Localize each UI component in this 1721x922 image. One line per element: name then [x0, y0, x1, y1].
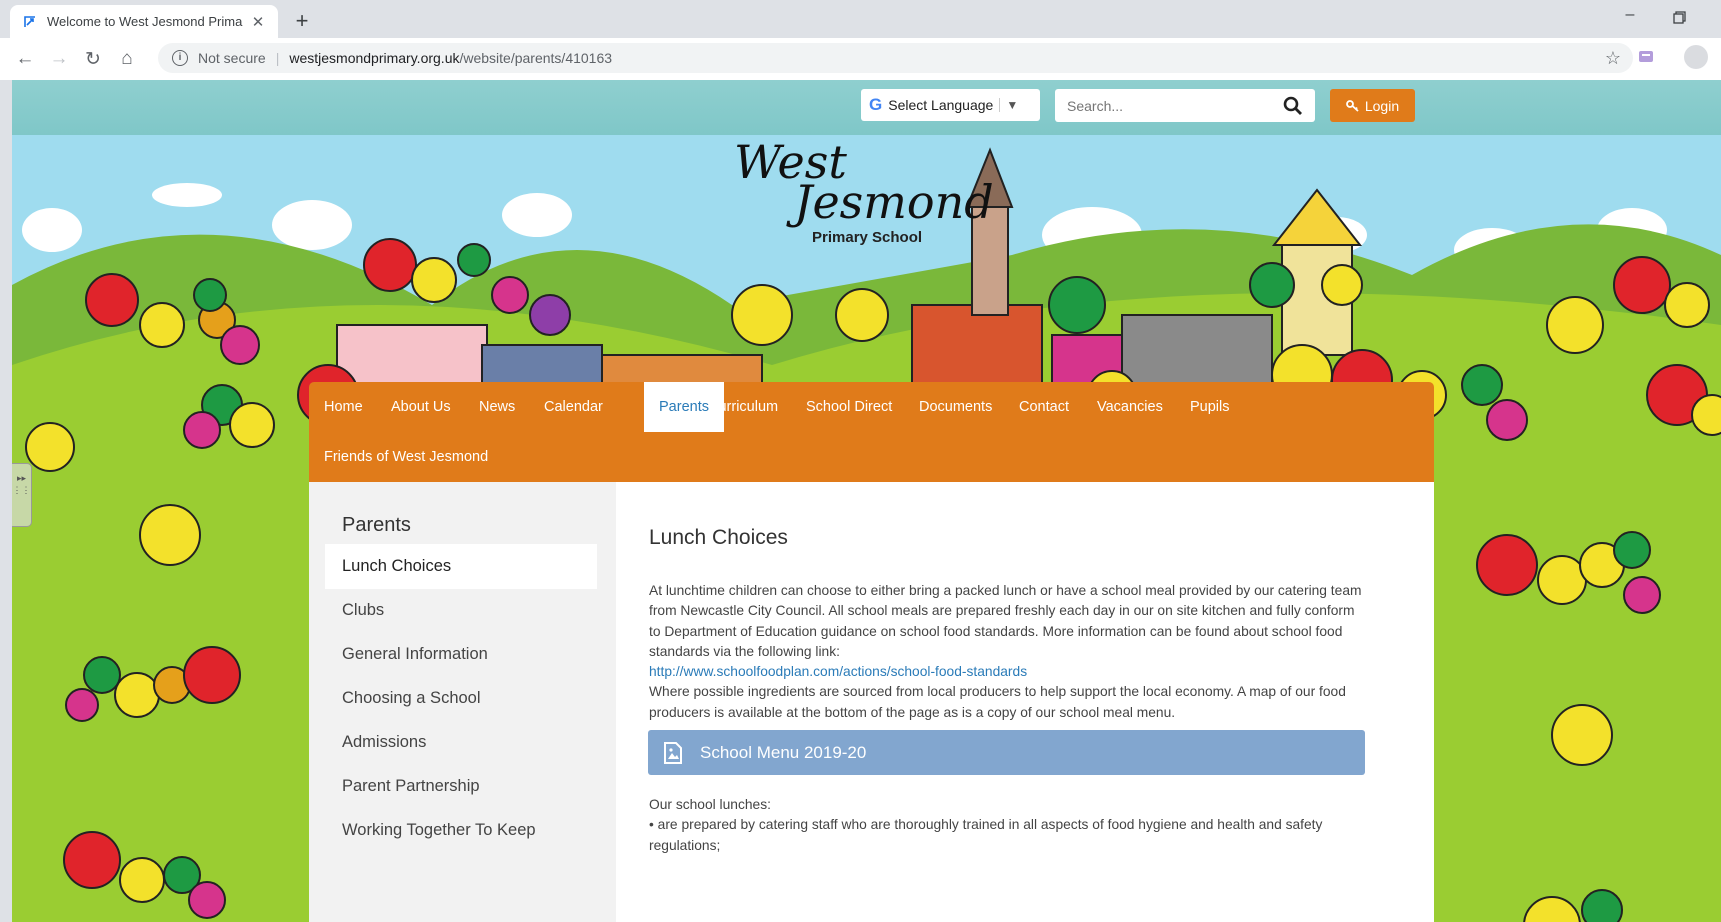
profile-avatar-icon[interactable]: [1684, 45, 1708, 69]
nav-vacancies[interactable]: Vacancies: [1082, 382, 1178, 432]
school-menu-label: School Menu 2019-20: [700, 742, 867, 762]
site-search: [1055, 89, 1315, 122]
lunches-bullet: • are prepared by catering staff who are…: [649, 817, 1323, 853]
url-path: /website/parents/410163: [459, 50, 613, 66]
nav-about-us[interactable]: About Us: [376, 382, 466, 432]
sidebar-item-clubs[interactable]: Clubs: [325, 588, 597, 633]
nav-school-direct[interactable]: School Direct: [791, 382, 907, 432]
nav-home[interactable]: Home: [309, 382, 378, 432]
security-label: Not secure: [198, 50, 266, 66]
image-file-icon: [664, 741, 682, 764]
school-logo[interactable]: West Jesmond Primary School: [734, 135, 994, 246]
address-bar[interactable]: i Not secure | westjesmondprimary.org.uk…: [158, 43, 1633, 73]
sidebar-item-lunch-choices[interactable]: Lunch Choices: [325, 544, 597, 589]
sidebar-heading: Parents: [342, 514, 411, 536]
restore-window-icon[interactable]: [1664, 6, 1694, 30]
nav-curriculum[interactable]: Curriculum: [693, 382, 793, 432]
nav-contact[interactable]: Contact: [1004, 382, 1084, 432]
sidebar-item-choosing-a-school[interactable]: Choosing a School: [325, 676, 597, 721]
content-panel: Parents Lunch Choices Clubs General Info…: [309, 482, 1434, 922]
lunches-paragraph: Our school lunches: • are prepared by ca…: [649, 795, 1369, 856]
omnibox-separator: |: [275, 50, 280, 66]
sidebar: Parents Lunch Choices Clubs General Info…: [309, 482, 616, 922]
nav-calendar[interactable]: Calendar: [529, 382, 618, 432]
nav-news[interactable]: News: [464, 382, 530, 432]
url-domain: westjesmondprimary.org.uk: [289, 50, 460, 66]
google-icon: G: [869, 95, 883, 114]
producers-text: Where possible ingredients are sourced f…: [649, 684, 1346, 720]
sidebar-item-parent-partnership[interactable]: Parent Partnership: [325, 764, 597, 809]
select-language-label: Select Language: [888, 97, 994, 113]
browser-tabstrip: Welcome to West Jesmond Prima ✕ + –: [0, 0, 1721, 38]
search-input[interactable]: [1067, 97, 1283, 114]
login-button[interactable]: Login: [1330, 89, 1415, 122]
page-viewport: West Jesmond Primary School G Select Lan…: [12, 80, 1721, 922]
logo-line-primary: Primary School: [812, 229, 923, 246]
site-info-icon[interactable]: i: [172, 50, 188, 66]
close-tab-icon[interactable]: ✕: [250, 13, 266, 31]
site-favicon-icon: [24, 15, 35, 27]
nav-pupils[interactable]: Pupils: [1175, 382, 1245, 432]
lunches-heading: Our school lunches:: [649, 797, 771, 812]
browser-toolbar: ← → ↻ ⌂ i Not secure | westjesmondprimar…: [0, 38, 1721, 80]
nav-friends[interactable]: Friends of West Jesmond: [309, 432, 503, 482]
forward-arrow-icon[interactable]: →: [42, 42, 76, 76]
search-icon[interactable]: [1283, 96, 1303, 116]
page-title: Lunch Choices: [649, 526, 788, 549]
minimize-window-button[interactable]: –: [1615, 6, 1645, 30]
browser-tab[interactable]: Welcome to West Jesmond Prima ✕: [10, 5, 278, 38]
school-food-standards-link[interactable]: http://www.schoolfoodplan.com/actions/sc…: [649, 664, 1027, 679]
intro-text: At lunchtime children can choose to eith…: [649, 583, 1362, 659]
extension-icon[interactable]: [1636, 46, 1656, 66]
sidebar-item-admissions[interactable]: Admissions: [325, 720, 597, 765]
school-menu-download[interactable]: School Menu 2019-20: [648, 730, 1365, 775]
key-icon: [1345, 99, 1359, 112]
tab-title: Welcome to West Jesmond Prima: [47, 14, 243, 29]
home-icon[interactable]: ⌂: [110, 42, 144, 76]
new-tab-button[interactable]: +: [288, 7, 316, 35]
bookmark-star-icon[interactable]: ☆: [1605, 48, 1621, 69]
sidebar-item-working-together[interactable]: Working Together To Keep: [325, 808, 597, 853]
logo-line-jesmond: Jesmond: [794, 175, 994, 229]
side-panel-handle[interactable]: ▸▸ ⋮⋮: [12, 463, 32, 527]
select-language-button[interactable]: G Select Language ▼: [861, 89, 1040, 121]
main-navigation: Home About Us News Calendar Parents Curr…: [309, 382, 1434, 482]
language-dropdown-arrow-icon: ▼: [999, 98, 1018, 112]
login-label: Login: [1364, 97, 1400, 114]
nav-documents[interactable]: Documents: [904, 382, 1007, 432]
back-arrow-icon[interactable]: ←: [8, 42, 42, 76]
sidebar-item-general-information[interactable]: General Information: [325, 632, 597, 677]
main-content: Lunch Choices At lunchtime children can …: [616, 482, 1434, 922]
intro-paragraph: At lunchtime children can choose to eith…: [649, 581, 1369, 723]
reload-icon[interactable]: ↻: [76, 42, 110, 76]
